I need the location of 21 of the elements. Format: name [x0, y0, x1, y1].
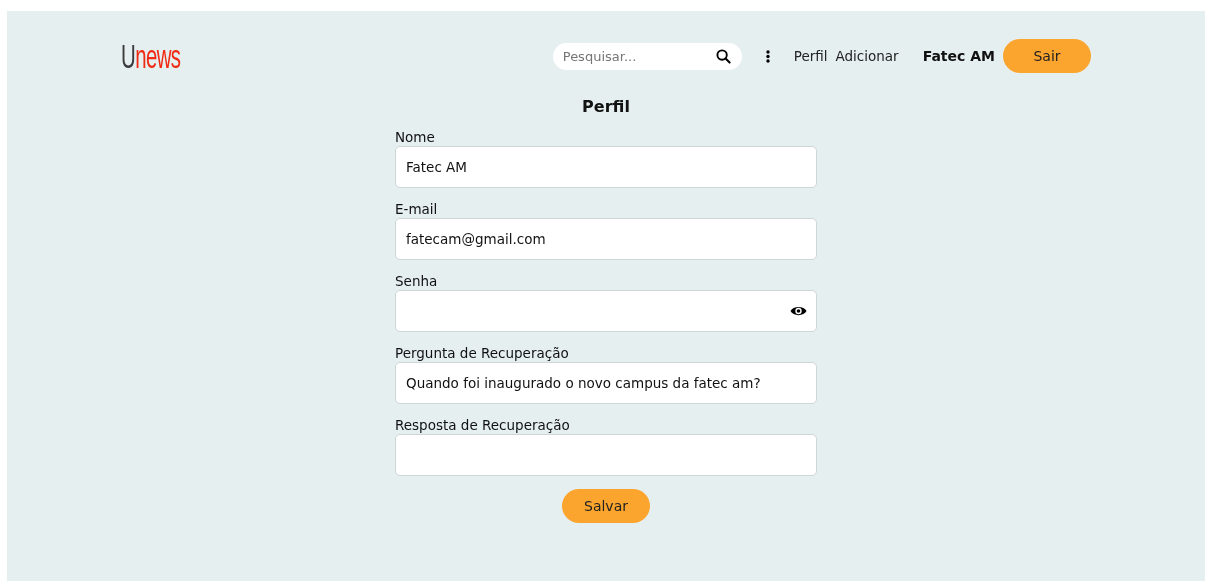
user-name: Fatec AM [922, 46, 995, 66]
search-icon[interactable] [715, 48, 731, 64]
nav-link[interactable]: Perfil [793, 45, 828, 67]
eye-icon[interactable] [790, 305, 807, 318]
nav-link[interactable]: Adicionar [835, 45, 899, 67]
logo[interactable]: Unews [121, 39, 181, 73]
field-label: Nome [395, 129, 436, 147]
field-label: Pergunta de Recuperação [395, 345, 570, 363]
password-field[interactable] [395, 290, 817, 333]
field-label: Senha [395, 273, 439, 291]
input-field[interactable]: Fatec AM [395, 146, 817, 189]
more-icon[interactable] [765, 49, 770, 63]
input-field[interactable]: fatecam@gmail.com [395, 218, 817, 261]
logout-button[interactable]: Sair [1003, 39, 1091, 73]
input-field[interactable] [395, 434, 817, 477]
save-button[interactable]: Salvar [562, 489, 650, 524]
field-label: Resposta de Recuperação [395, 417, 571, 435]
form-title: Perfil [581, 97, 631, 117]
field-label: E-mail [395, 201, 439, 219]
input-field[interactable]: Quando foi inaugurado o novo campus da fatec am? [395, 362, 817, 405]
search-field[interactable]: Pesquisar... [552, 42, 742, 70]
